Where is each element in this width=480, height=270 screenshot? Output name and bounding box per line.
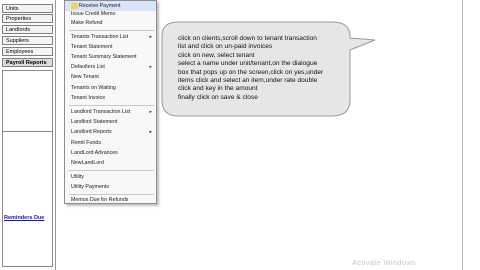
submenu-arrow-icon: ▸: [149, 129, 152, 135]
instruction-line: finally click on save & close: [178, 93, 258, 101]
nav-item-landlords[interactable]: Landlords: [2, 25, 53, 34]
menu-separator: [69, 105, 154, 106]
menu-separator: [69, 170, 154, 171]
cursor-highlight-icon: [71, 2, 78, 9]
menu-item-tenant-invoice[interactable]: Tenant Invoice: [65, 93, 156, 103]
menu-item-utility-payments[interactable]: Utility Payments: [65, 182, 156, 192]
left-navigation-panel: Units Properties Landlords Suppliers Emp…: [0, 0, 56, 270]
instruction-line: items click and select an item,under rat…: [178, 77, 318, 85]
menu-item-make-refund[interactable]: Make Refund: [65, 18, 156, 28]
nav-item-units[interactable]: Units: [2, 4, 53, 13]
clients-dropdown-menu: Receive Payment Issue Credit Memo Make R…: [64, 0, 157, 204]
menu-item-memos-due-for-refunds[interactable]: Memos Due for Refunds: [65, 195, 156, 205]
menu-item-landlord-advances[interactable]: LandLord Advances: [65, 148, 156, 158]
instruction-line: click on clients,scroll down to tenant t…: [178, 35, 317, 42]
instruction-line: select a name under unit/tenant,on the d…: [178, 60, 318, 68]
instruction-line: list and click on un-paid invoices: [178, 43, 273, 51]
instruction-text: click on clients,scroll down to tenant t…: [178, 35, 353, 102]
submenu-arrow-icon: ▸: [149, 109, 152, 115]
menu-item-tenant-statement[interactable]: Tenant Statement: [65, 42, 156, 52]
submenu-arrow-icon: ▸: [149, 34, 152, 40]
menu-item-label: Tenants Transaction List: [71, 34, 129, 40]
nav-item-suppliers[interactable]: Suppliers: [2, 36, 53, 45]
submenu-arrow-icon: ▸: [149, 64, 152, 70]
menu-item-new-landlord[interactable]: NewLandLord: [65, 158, 156, 168]
nav-item-payroll-reports[interactable]: Payroll Reports: [2, 58, 53, 67]
activation-watermark: Activate Windows: [352, 258, 416, 267]
menu-item-defaulters-list[interactable]: Defaulters List ▸: [65, 62, 156, 72]
nav-item-properties[interactable]: Properties: [2, 14, 53, 23]
right-divider: [462, 0, 463, 270]
menu-item-label: Landlord Reports: [71, 129, 112, 135]
panel-divider: [3, 131, 52, 132]
menu-item-remit-funds[interactable]: Remit Funds: [65, 138, 156, 148]
instruction-line: box that pops up on the screen,click on …: [178, 68, 324, 76]
menu-separator: [69, 30, 154, 31]
menu-item-tenants-on-waiting[interactable]: Tenants on Waiting: [65, 83, 156, 93]
menu-item-utility[interactable]: Utility: [65, 172, 156, 182]
instruction-line: click and key in the amount: [178, 85, 258, 93]
menu-item-landlord-transaction-list[interactable]: Landlord Transaction List ▸: [65, 107, 156, 117]
menu-item-landlord-reports[interactable]: Landlord Reports ▸: [65, 127, 156, 137]
reminders-due-link[interactable]: Reminders Due: [4, 215, 44, 221]
menu-item-tenant-summary-statement[interactable]: Tenant Summary Statement: [65, 52, 156, 62]
nav-item-employees[interactable]: Employees: [2, 47, 53, 56]
instruction-line: click on new, select tenant: [178, 51, 255, 59]
menu-item-landlord-statement[interactable]: Landlord Statement: [65, 117, 156, 127]
menu-item-tenants-transaction-list[interactable]: Tenants Transaction List ▸: [65, 32, 156, 42]
menu-item-label: Landlord Transaction List: [71, 109, 131, 115]
reminders-panel: [2, 70, 53, 267]
menu-item-new-tenant[interactable]: New Tenant: [65, 72, 156, 82]
menu-item-label: Defaulters List: [71, 64, 105, 70]
